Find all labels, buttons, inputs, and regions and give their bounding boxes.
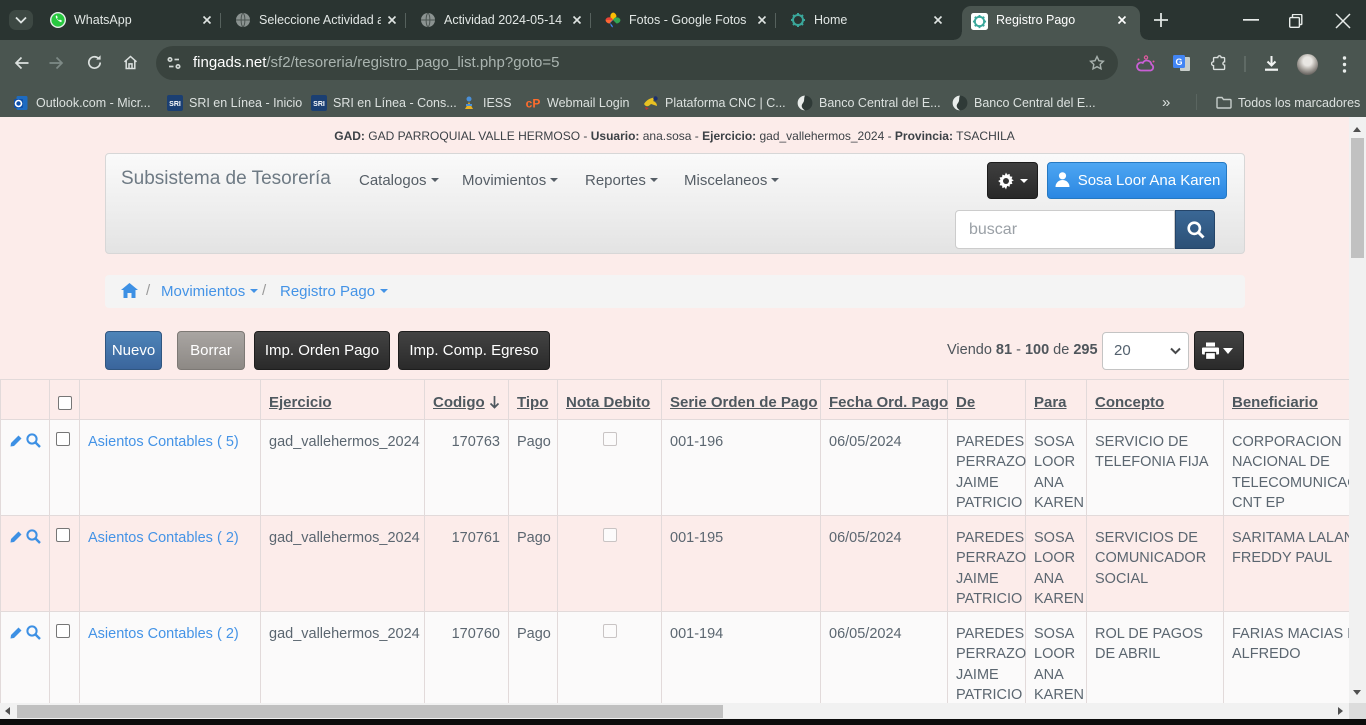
svg-text:G: G [1175,57,1182,67]
svg-text:SRI: SRI [313,101,325,108]
svg-text:cP: cP [526,97,541,111]
svg-text:SRI: SRI [169,101,181,108]
